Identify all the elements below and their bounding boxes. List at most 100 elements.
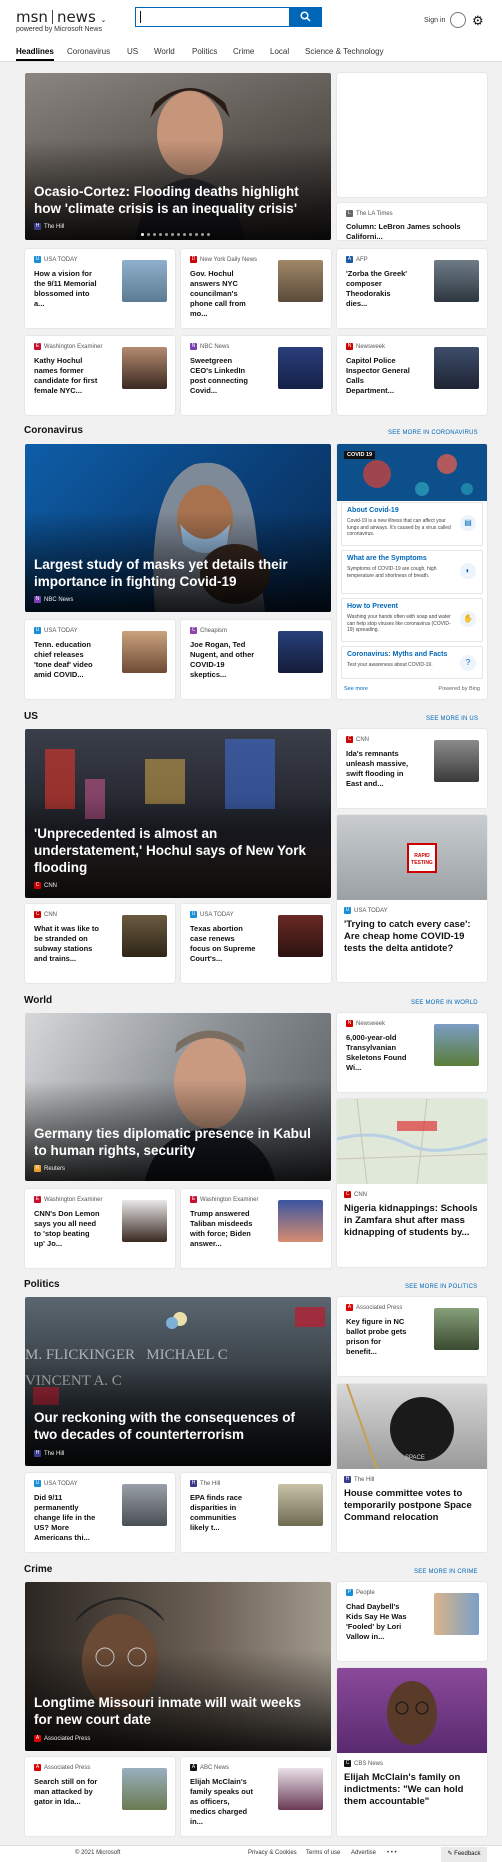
top-side-card[interactable]: L The LA Times Column: LeBron James schoo… bbox=[337, 203, 487, 240]
advertise-link[interactable]: Advertise bbox=[351, 1850, 376, 1856]
crime-hero-title[interactable]: Longtime Missouri inmate will wait weeks… bbox=[34, 1694, 321, 1728]
news-card[interactable]: E Washington Examiner Kathy Hochul names f… bbox=[25, 336, 175, 415]
news-card[interactable]: A Associated Press Key figure in NC ballot… bbox=[337, 1297, 487, 1376]
politics-feature-card[interactable]: SPACE H The Hill House committee votes to… bbox=[337, 1384, 487, 1552]
top-hero-card[interactable]: Ocasio-Cortez: Flooding deaths highlight… bbox=[25, 73, 331, 240]
card-title[interactable]: Kathy Hochul names former candidate for … bbox=[34, 356, 100, 396]
carousel-dots[interactable] bbox=[141, 233, 210, 236]
us-feature-card[interactable]: RAPID TESTING U USA TODAY 'Trying to catc… bbox=[337, 815, 487, 982]
news-card[interactable]: N Newsweek Capitol Police Inspector Genera… bbox=[337, 336, 487, 415]
card-title[interactable]: Key figure in NC ballot probe gets priso… bbox=[346, 1317, 412, 1357]
signin-link[interactable]: Sign in bbox=[424, 17, 445, 24]
see-more-crime-link[interactable]: SEE MORE IN CRIME bbox=[414, 1569, 478, 1575]
news-card[interactable]: C CNN What it was like to be stranded on s… bbox=[25, 904, 175, 983]
news-card[interactable]: A ABC News Elijah McClain's family speaks … bbox=[181, 1757, 331, 1836]
card-title[interactable]: What it was like to be stranded on subwa… bbox=[34, 924, 100, 964]
msn-logo[interactable]: msn news ⌄ bbox=[16, 8, 106, 26]
see-more-coronavirus-link[interactable]: SEE MORE IN CORONAVIRUS bbox=[388, 430, 478, 436]
tab-us[interactable]: US bbox=[127, 47, 138, 56]
card-title[interactable]: Sweetgreen CEO's LinkedIn post connectin… bbox=[190, 356, 256, 396]
coronavirus-hero-title[interactable]: Largest study of masks yet details their… bbox=[34, 556, 321, 590]
thumbnail bbox=[434, 1593, 479, 1635]
section-title-world[interactable]: World bbox=[24, 995, 52, 1006]
feature-title[interactable]: 'Trying to catch every case': Are cheap … bbox=[344, 919, 479, 955]
news-card[interactable]: H The Hill EPA finds race disparities in c… bbox=[181, 1473, 331, 1552]
terms-link[interactable]: Terms of use bbox=[306, 1850, 340, 1856]
section-title-crime[interactable]: Crime bbox=[24, 1564, 52, 1575]
see-more-politics-link[interactable]: SEE MORE IN POLITICS bbox=[405, 1284, 477, 1290]
more-menu[interactable]: • • • bbox=[387, 1850, 397, 1856]
news-card[interactable]: C CNN Ida's remnants unleash massive, swif… bbox=[337, 729, 487, 808]
news-card[interactable]: U USA TODAY Texas abortion case renews foc… bbox=[181, 904, 331, 983]
covid-item-prevent[interactable]: How to Prevent Washing your hands often w… bbox=[341, 598, 483, 642]
card-title[interactable]: Tenn. education chief releases 'tone dea… bbox=[34, 640, 100, 680]
card-title[interactable]: Joe Rogan, Ted Nugent, and other COVID-1… bbox=[190, 640, 256, 680]
politics-hero-card[interactable]: M. FLICKINGER MICHAEL C VINCENT A. C Our… bbox=[25, 1297, 331, 1466]
feedback-button[interactable]: ✎ Feedback bbox=[441, 1847, 487, 1862]
tab-local[interactable]: Local bbox=[270, 47, 289, 56]
tab-coronavirus[interactable]: Coronavirus bbox=[67, 47, 110, 56]
gear-icon[interactable]: ⚙ bbox=[472, 14, 484, 27]
section-title-us[interactable]: US bbox=[24, 711, 38, 722]
card-title[interactable]: Gov. Hochul answers NYC councilman's pho… bbox=[190, 269, 256, 319]
tab-headlines[interactable]: Headlines bbox=[16, 47, 54, 61]
news-card[interactable]: N NBC News Sweetgreen CEO's LinkedIn post … bbox=[181, 336, 331, 415]
tab-world[interactable]: World bbox=[154, 47, 175, 56]
see-more-world-link[interactable]: SEE MORE IN WORLD bbox=[411, 1000, 478, 1006]
news-card[interactable]: A AFP 'Zorba the Greek' composer Theodorak… bbox=[337, 249, 487, 328]
news-card[interactable]: E Washington Examiner Trump answered Talib… bbox=[181, 1189, 331, 1268]
news-card[interactable]: C Cheapism Joe Rogan, Ted Nugent, and othe… bbox=[181, 620, 331, 699]
news-card[interactable]: D New York Daily News Gov. Hochul answers … bbox=[181, 249, 331, 328]
privacy-link[interactable]: Privacy & Cookies bbox=[248, 1850, 297, 1856]
feature-title[interactable]: House committee votes to temporarily pos… bbox=[344, 1488, 479, 1524]
news-card[interactable]: U USA TODAY How a vision for the 9/11 Memo… bbox=[25, 249, 175, 328]
thumbnail bbox=[434, 1308, 479, 1350]
covid-see-more-link[interactable]: See more bbox=[344, 686, 368, 692]
news-card[interactable]: E Washington Examiner CNN's Don Lemon says… bbox=[25, 1189, 175, 1268]
feature-title[interactable]: Elijah McClain's family on indictments: … bbox=[344, 1772, 479, 1808]
covid-item-myths[interactable]: Coronavirus: Myths and Facts Test your aw… bbox=[341, 646, 483, 679]
card-title[interactable]: 6,000-year-old Transylvanian Skeletons F… bbox=[346, 1033, 412, 1073]
us-hero-card[interactable]: 'Unprecedented is almost an understateme… bbox=[25, 729, 331, 898]
news-card[interactable]: P People Chad Daybell's Kids Say He Was 'F… bbox=[337, 1582, 487, 1661]
see-more-us-link[interactable]: SEE MORE IN US bbox=[426, 716, 478, 722]
covid-item-symptoms[interactable]: What are the Symptoms Symptoms of COVID-1… bbox=[341, 550, 483, 594]
search-button[interactable] bbox=[289, 7, 322, 27]
feature-title[interactable]: Nigeria kidnappings: Schools in Zamfara … bbox=[344, 1203, 479, 1239]
chevron-down-icon[interactable]: ⌄ bbox=[101, 16, 107, 24]
card-title[interactable]: Elijah McClain's family speaks out as of… bbox=[190, 1777, 256, 1827]
card-title[interactable]: Column: LeBron James schools Californi..… bbox=[346, 222, 486, 240]
avatar[interactable] bbox=[450, 12, 466, 28]
tab-science-technology[interactable]: Science & Technology bbox=[305, 47, 384, 56]
section-title-coronavirus[interactable]: Coronavirus bbox=[24, 425, 83, 436]
top-hero-title[interactable]: Ocasio-Cortez: Flooding deaths highlight… bbox=[34, 183, 321, 217]
news-card[interactable]: A Associated Press Search still on for man… bbox=[25, 1757, 175, 1836]
politics-hero-title[interactable]: Our reckoning with the consequences of t… bbox=[34, 1409, 321, 1443]
header-bar: msn news ⌄ powered by Microsoft News Sign… bbox=[0, 0, 502, 62]
news-card[interactable]: N Newsweek 6,000-year-old Transylvanian Sk… bbox=[337, 1013, 487, 1092]
us-hero-title[interactable]: 'Unprecedented is almost an understateme… bbox=[34, 825, 321, 876]
card-title[interactable]: How a vision for the 9/11 Memorial bloss… bbox=[34, 269, 100, 309]
covid-item-about[interactable]: About Covid-19 Covid-19 is a new illness … bbox=[341, 502, 483, 546]
news-card[interactable]: U USA TODAY Did 9/11 permanently change li… bbox=[25, 1473, 175, 1552]
card-title[interactable]: CNN's Don Lemon says you all need to 'st… bbox=[34, 1209, 100, 1249]
news-card[interactable]: U USA TODAY Tenn. education chief releases… bbox=[25, 620, 175, 699]
tab-politics[interactable]: Politics bbox=[192, 47, 217, 56]
card-title[interactable]: Did 9/11 permanently change life in the … bbox=[34, 1493, 100, 1543]
card-title[interactable]: Chad Daybell's Kids Say He Was 'Fooled' … bbox=[346, 1602, 412, 1642]
card-title[interactable]: EPA finds race disparities in communitie… bbox=[190, 1493, 256, 1533]
world-hero-card[interactable]: Germany ties diplomatic presence in Kabu… bbox=[25, 1013, 331, 1181]
card-title[interactable]: Search still on for man attacked by gato… bbox=[34, 1777, 100, 1807]
card-title[interactable]: Capitol Police Inspector General Calls D… bbox=[346, 356, 412, 396]
card-title[interactable]: Ida's remnants unleash massive, swift fl… bbox=[346, 749, 412, 789]
coronavirus-hero-card[interactable]: Largest study of masks yet details their… bbox=[25, 444, 331, 612]
crime-hero-card[interactable]: Longtime Missouri inmate will wait weeks… bbox=[25, 1582, 331, 1751]
crime-feature-card[interactable]: C CBS News Elijah McClain's family on ind… bbox=[337, 1668, 487, 1836]
card-title[interactable]: 'Zorba the Greek' composer Theodorakis d… bbox=[346, 269, 412, 309]
section-title-politics[interactable]: Politics bbox=[24, 1279, 60, 1290]
world-hero-title[interactable]: Germany ties diplomatic presence in Kabu… bbox=[34, 1125, 321, 1159]
tab-crime[interactable]: Crime bbox=[233, 47, 254, 56]
card-title[interactable]: Trump answered Taliban misdeeds with for… bbox=[190, 1209, 256, 1249]
card-title[interactable]: Texas abortion case renews focus on Supr… bbox=[190, 924, 256, 964]
world-feature-card[interactable]: C CNN Nigeria kidnappings: Schools in Zam… bbox=[337, 1099, 487, 1267]
